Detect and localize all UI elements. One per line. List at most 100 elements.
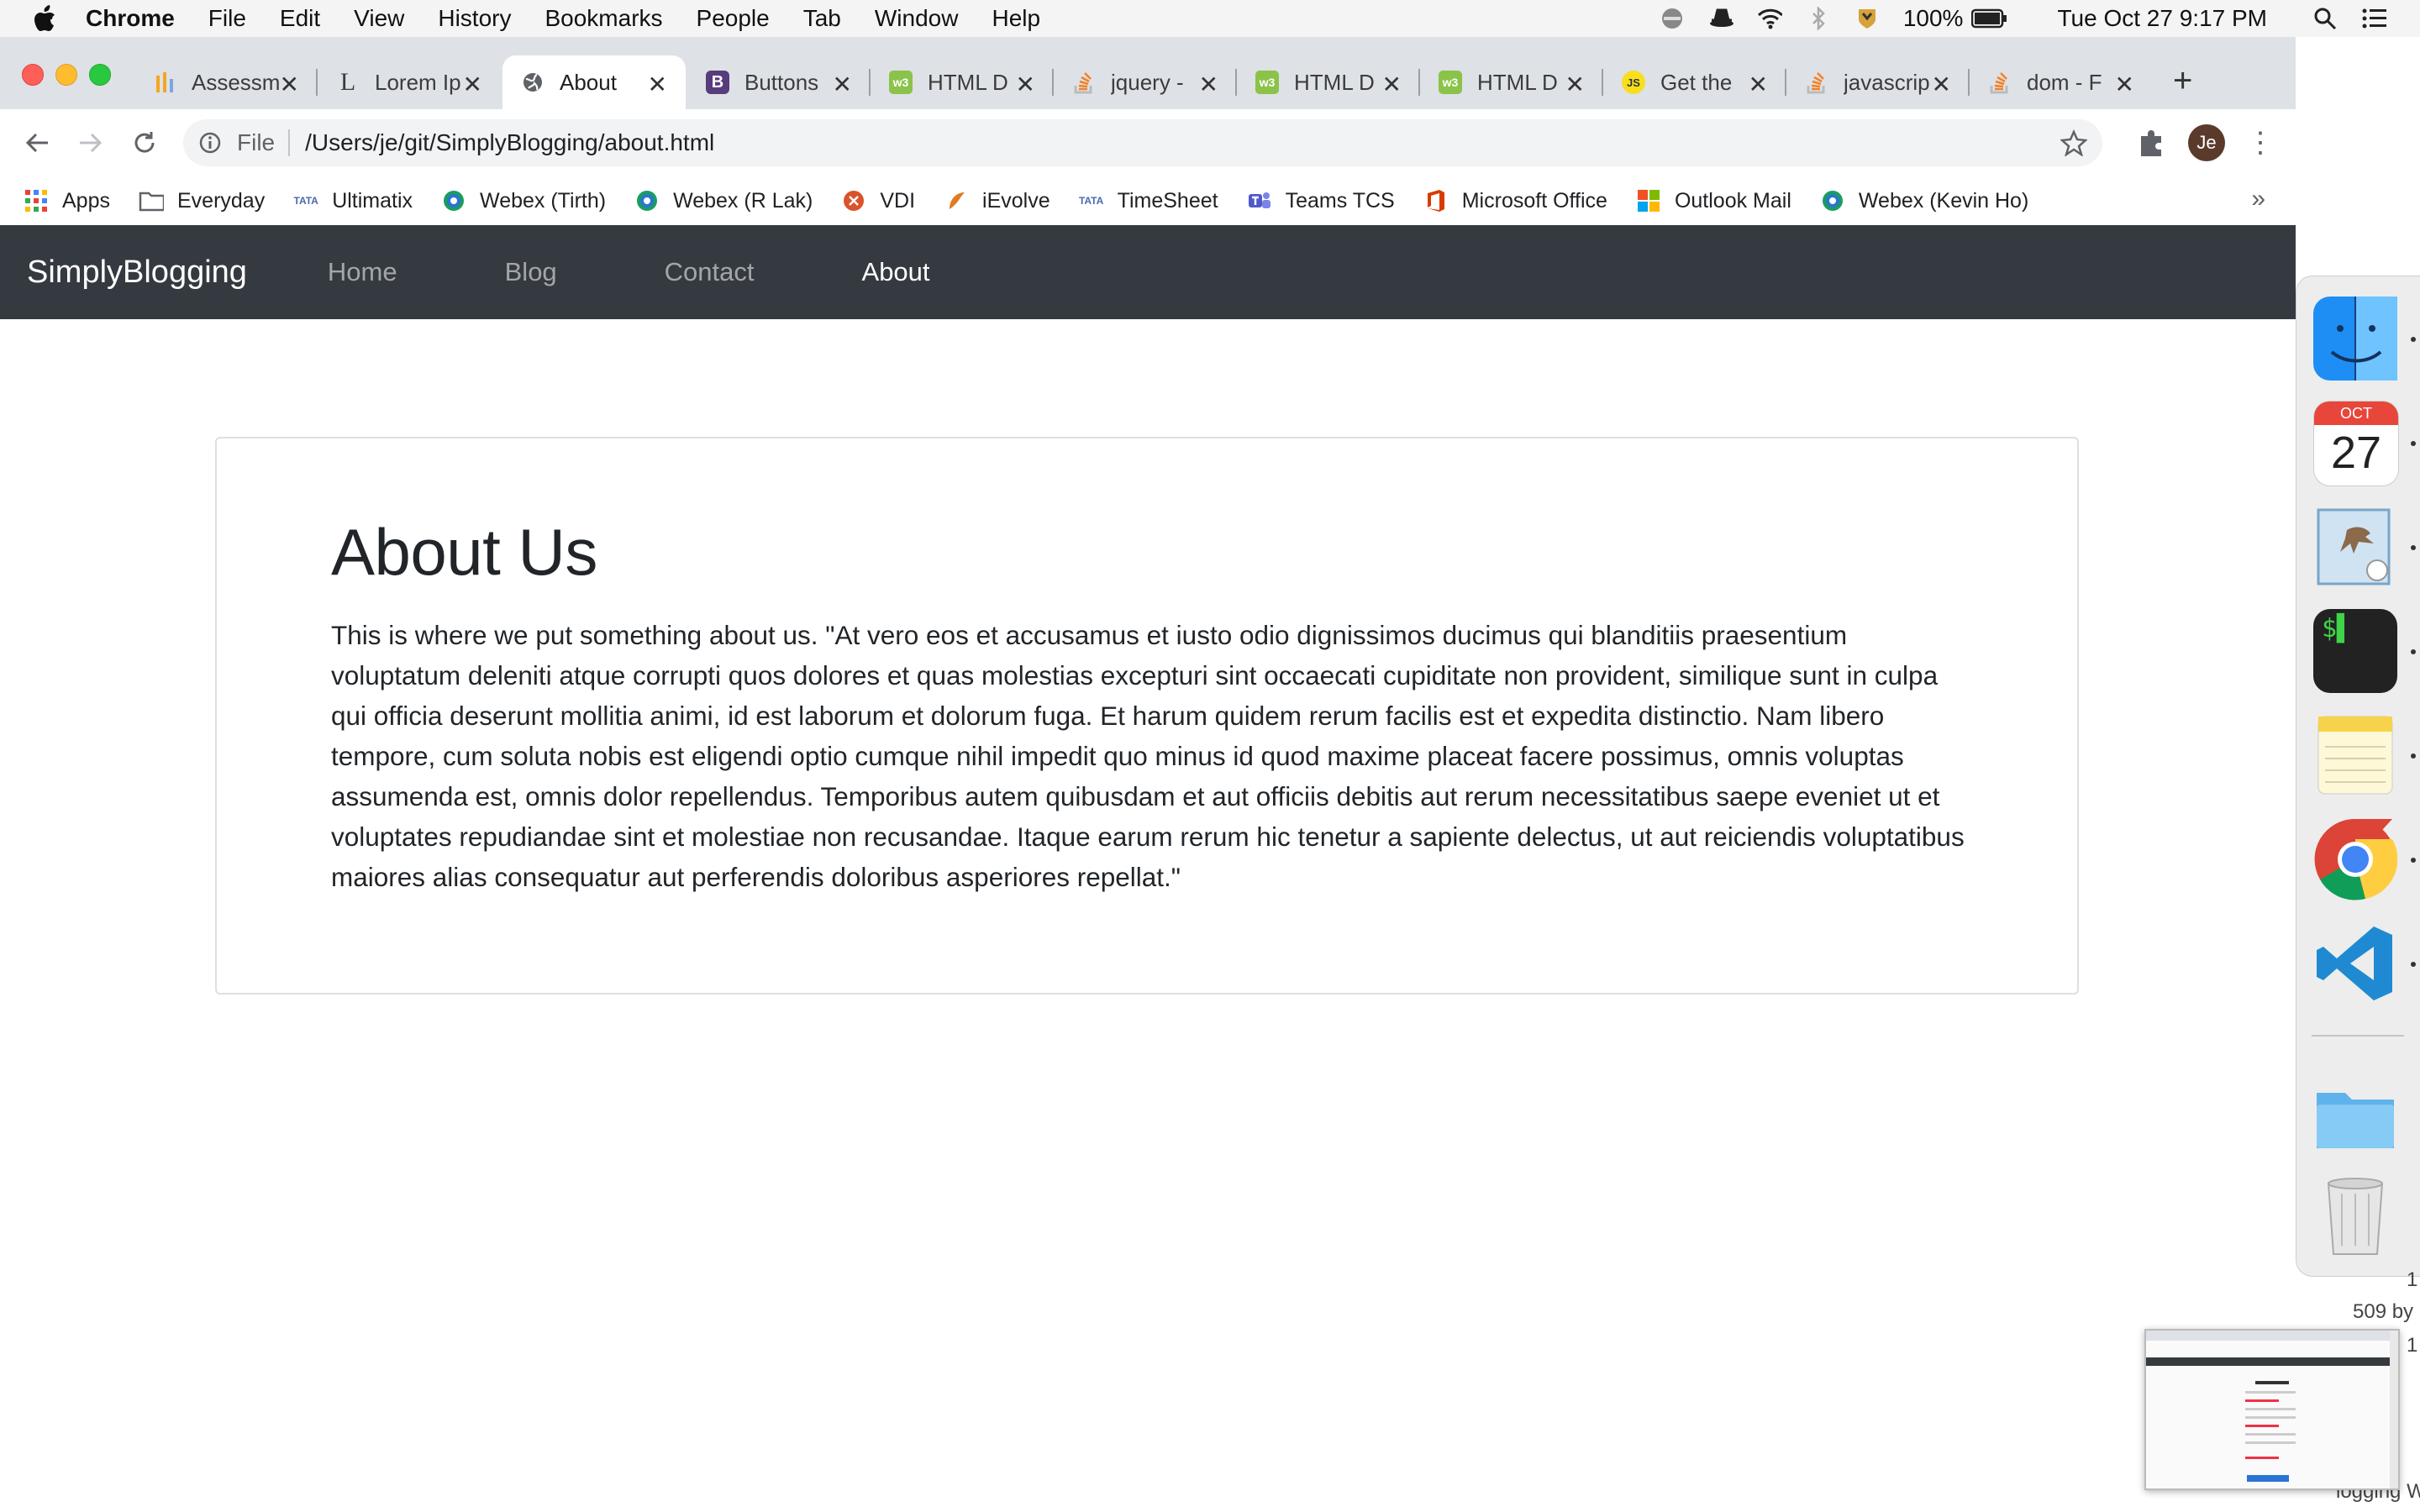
bookmark-microsoft-office[interactable]: Microsoft Office: [1423, 188, 1607, 213]
vpn-shield-icon[interactable]: [1854, 6, 1880, 31]
bookmark-label: Outlook Mail: [1674, 188, 1791, 213]
window-minimize-button[interactable]: [55, 64, 77, 86]
browser-toolbar: File /Users/je/git/SimplyBlogging/about.…: [0, 109, 2296, 176]
window-zoom-button[interactable]: [89, 64, 111, 86]
calendar-day: 27: [2330, 428, 2382, 478]
bookmark-label: TimeSheet: [1117, 188, 1218, 213]
bookmark-timesheet[interactable]: TATA TimeSheet: [1079, 188, 1218, 213]
bluetooth-icon[interactable]: [1806, 6, 1831, 31]
tab-close-icon[interactable]: ✕: [648, 71, 667, 98]
bookmarks-overflow-icon[interactable]: »: [2251, 185, 2265, 213]
notification-center-icon[interactable]: [2361, 6, 2386, 31]
tab-close-icon[interactable]: ✕: [280, 71, 299, 98]
calendar-month: OCT: [2314, 402, 2398, 425]
reload-icon[interactable]: [128, 126, 161, 160]
menu-edit[interactable]: Edit: [280, 5, 320, 32]
bookmark-outlook-mail[interactable]: Outlook Mail: [1636, 188, 1791, 213]
bookmark-webex-kevin[interactable]: Webex (Kevin Ho): [1820, 188, 2028, 213]
menu-app-name[interactable]: Chrome: [86, 5, 175, 32]
tab-close-icon[interactable]: ✕: [1382, 71, 1402, 98]
info-icon[interactable]: [198, 131, 222, 155]
menu-history[interactable]: History: [438, 5, 511, 32]
battery-icon[interactable]: [1971, 6, 2008, 31]
tab-close-icon[interactable]: ✕: [1749, 71, 1768, 98]
bookmark-star-icon[interactable]: [2060, 129, 2087, 156]
menu-help[interactable]: Help: [992, 5, 1040, 32]
profile-avatar[interactable]: Je: [2188, 124, 2225, 161]
forward-arrow-icon[interactable]: [74, 126, 108, 160]
window-close-button[interactable]: [22, 64, 44, 86]
more-vertical-icon[interactable]: ⋮: [2244, 126, 2277, 160]
status-area: 100% Tue Oct 27 9:17 PM: [1660, 0, 2420, 37]
tab-lorem-ipsum[interactable]: L Lorem Ip ✕: [318, 55, 501, 109]
nav-link-blog[interactable]: Blog: [505, 257, 557, 287]
bookmark-everyday[interactable]: Everyday: [139, 188, 265, 213]
bookmark-webex-rlak[interactable]: Webex (R Lak): [634, 188, 813, 213]
tab-close-icon[interactable]: ✕: [833, 71, 852, 98]
tab-close-icon[interactable]: ✕: [1199, 71, 1218, 98]
extensions-puzzle-icon[interactable]: [2134, 126, 2168, 160]
tab-html-dom-3[interactable]: w3 HTML D ✕: [1420, 55, 1603, 109]
tab-html-dom-2[interactable]: w3 HTML D ✕: [1237, 55, 1420, 109]
url-text[interactable]: /Users/je/git/SimplyBlogging/about.html: [305, 129, 714, 156]
tab-title: About: [560, 69, 617, 95]
notes-icon[interactable]: [2313, 713, 2397, 797]
mail-icon[interactable]: [2313, 505, 2397, 589]
folder-icon: [139, 188, 164, 213]
do-not-disturb-icon[interactable]: [1660, 6, 1685, 31]
bookmark-webex-tirth[interactable]: Webex (Tirth): [441, 188, 606, 213]
tab-assessment[interactable]: Assessm ✕: [134, 55, 318, 109]
menu-file[interactable]: File: [208, 5, 246, 32]
incognito-icon[interactable]: [1708, 6, 1733, 31]
vscode-icon[interactable]: [2313, 921, 2397, 1005]
menu-bookmarks[interactable]: Bookmarks: [544, 5, 662, 32]
calendar-icon[interactable]: OCT 27: [2313, 401, 2399, 486]
menu-tab[interactable]: Tab: [803, 5, 841, 32]
tab-buttons[interactable]: B Buttons ✕: [687, 55, 871, 109]
macos-menu-bar: Chrome File Edit View History Bookmarks …: [0, 0, 2420, 37]
chrome-window: Assessm ✕ L Lorem Ip ✕ About ✕ B Buttons…: [0, 37, 2296, 1512]
site-brand[interactable]: SimplyBlogging: [27, 255, 247, 291]
tab-get-the[interactable]: JS Get the ✕: [1603, 55, 1786, 109]
tab-html-dom-1[interactable]: w3 HTML D ✕: [871, 55, 1054, 109]
address-bar[interactable]: File /Users/je/git/SimplyBlogging/about.…: [183, 119, 2102, 166]
tab-dom[interactable]: dom - F ✕: [1970, 55, 2153, 109]
chrome-icon[interactable]: [2313, 817, 2398, 901]
nav-link-home[interactable]: Home: [328, 257, 397, 287]
back-arrow-icon[interactable]: [20, 126, 54, 160]
apple-icon[interactable]: [32, 4, 57, 33]
menu-people[interactable]: People: [697, 5, 770, 32]
tab-close-icon[interactable]: ✕: [1932, 71, 1951, 98]
tab-jquery[interactable]: jquery - ✕: [1054, 55, 1237, 109]
new-tab-plus-icon[interactable]: +: [2173, 62, 2192, 100]
menubar-clock[interactable]: Tue Oct 27 9:17 PM: [2057, 5, 2267, 32]
teams-icon: [1247, 188, 1272, 213]
bookmark-apps[interactable]: Apps: [24, 188, 110, 213]
battery-percent: 100%: [1902, 5, 1964, 31]
bookmark-ultimatix[interactable]: TATA Ultimatix: [293, 188, 413, 213]
bookmark-vdi[interactable]: VDI: [841, 188, 915, 213]
wifi-icon[interactable]: [1757, 6, 1782, 31]
tab-close-icon[interactable]: ✕: [1565, 71, 1585, 98]
bookmark-teams-tcs[interactable]: Teams TCS: [1247, 188, 1395, 213]
tab-close-icon[interactable]: ✕: [463, 71, 482, 98]
office-icon: [1423, 188, 1449, 213]
menu-view[interactable]: View: [354, 5, 404, 32]
tab-javascript[interactable]: javascrip ✕: [1786, 55, 1970, 109]
tata-icon: TATA: [1078, 195, 1104, 207]
running-indicator: [2411, 858, 2416, 863]
tab-close-icon[interactable]: ✕: [1016, 71, 1035, 98]
spotlight-search-icon[interactable]: [2312, 6, 2338, 31]
finder-icon[interactable]: [2313, 297, 2397, 381]
tab-about[interactable]: About ✕: [502, 55, 686, 109]
tab-close-icon[interactable]: ✕: [2115, 71, 2134, 98]
menu-window[interactable]: Window: [875, 5, 959, 32]
screenshot-thumbnail[interactable]: [2144, 1329, 2400, 1490]
bookmark-ievolve[interactable]: iEvolve: [944, 188, 1050, 213]
nav-link-contact[interactable]: Contact: [665, 257, 755, 287]
nav-link-about[interactable]: About: [862, 257, 930, 287]
terminal-icon[interactable]: $▌: [2313, 609, 2397, 693]
trash-icon[interactable]: [2313, 1170, 2397, 1255]
folder-icon[interactable]: [2313, 1074, 2397, 1158]
running-indicator: [2411, 753, 2416, 759]
